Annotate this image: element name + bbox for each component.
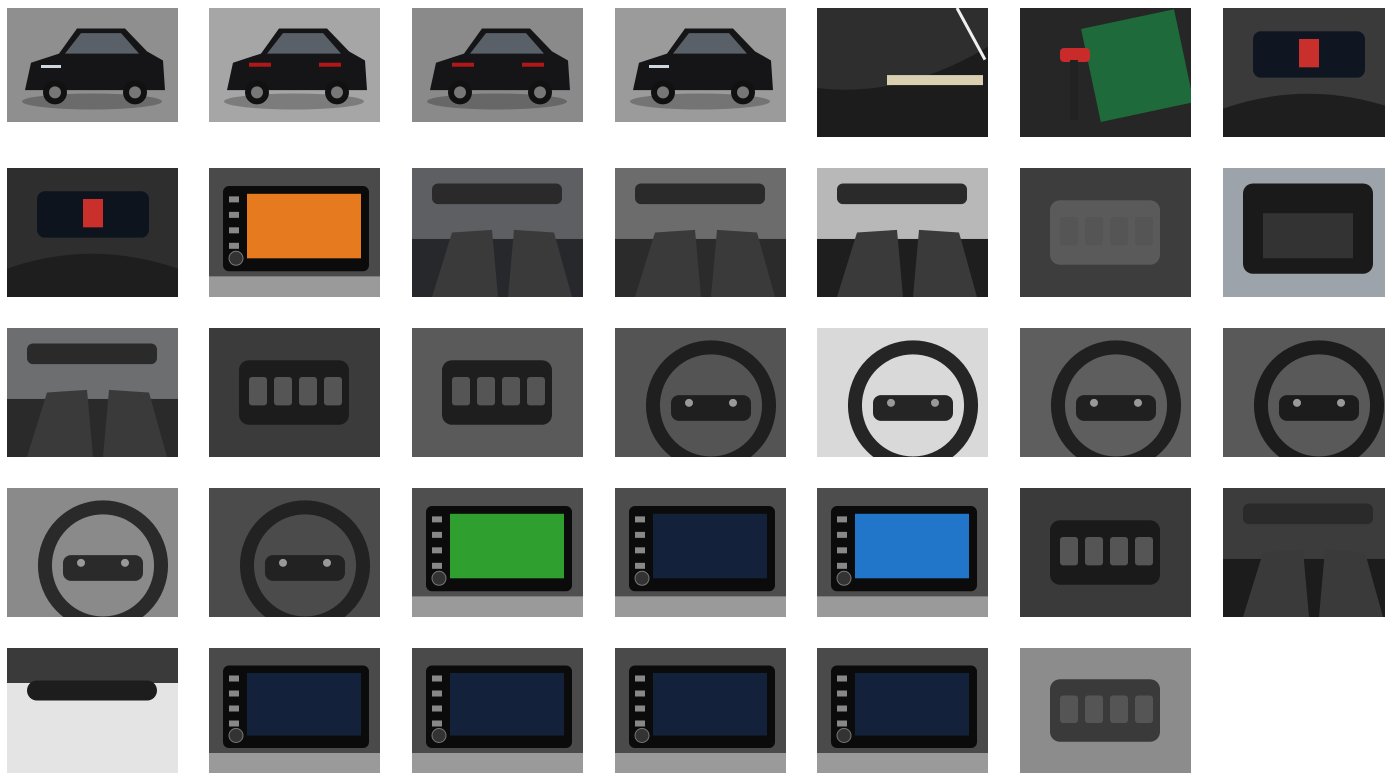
gallery-photo[interactable]: [615, 8, 786, 122]
gallery-photo[interactable]: [817, 8, 988, 137]
gallery-photo[interactable]: [7, 648, 178, 773]
gallery-photo[interactable]: [817, 328, 988, 457]
gallery-photo[interactable]: [209, 488, 380, 617]
gallery-photo[interactable]: [1223, 328, 1385, 457]
gallery-photo[interactable]: [615, 648, 786, 773]
gallery-photo[interactable]: [209, 328, 380, 457]
gallery-photo[interactable]: [7, 488, 178, 617]
gallery-photo[interactable]: [209, 168, 380, 297]
gallery-photo[interactable]: [1223, 8, 1385, 137]
gallery-photo[interactable]: [1223, 488, 1385, 617]
gallery-photo[interactable]: [1020, 168, 1191, 297]
gallery-photo[interactable]: [1020, 488, 1191, 617]
gallery-photo[interactable]: [7, 8, 178, 122]
gallery-photo[interactable]: [615, 168, 786, 297]
gallery-photo[interactable]: [615, 488, 786, 617]
gallery-photo[interactable]: [817, 488, 988, 617]
gallery-photo[interactable]: [817, 648, 988, 773]
gallery-photo[interactable]: [7, 168, 178, 297]
gallery-photo[interactable]: [209, 648, 380, 773]
photo-gallery: [0, 0, 1385, 773]
gallery-photo[interactable]: [1020, 8, 1191, 137]
gallery-photo[interactable]: [412, 8, 583, 122]
gallery-photo[interactable]: [412, 328, 583, 457]
gallery-photo[interactable]: [209, 8, 380, 122]
gallery-photo[interactable]: [7, 328, 178, 457]
gallery-photo[interactable]: [817, 168, 988, 297]
gallery-photo[interactable]: [412, 648, 583, 773]
gallery-photo[interactable]: [1020, 328, 1191, 457]
gallery-photo[interactable]: [1020, 648, 1191, 773]
gallery-photo[interactable]: [412, 168, 583, 297]
gallery-photo[interactable]: [412, 488, 583, 617]
gallery-photo[interactable]: [615, 328, 786, 457]
gallery-photo[interactable]: [1223, 168, 1385, 297]
